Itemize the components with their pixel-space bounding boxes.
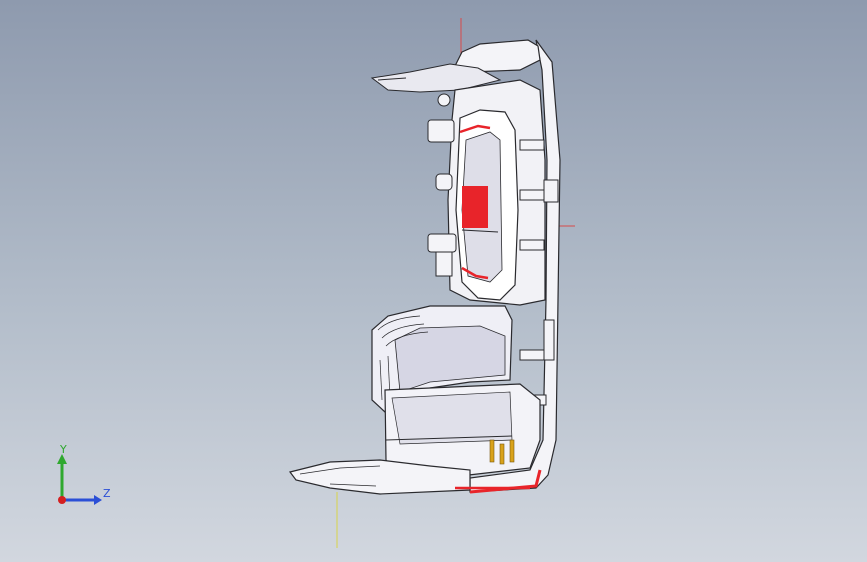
- triad-y-label: Y: [59, 443, 67, 456]
- triad-z-label: Z: [103, 487, 111, 500]
- triad-z-arrow: [94, 495, 102, 505]
- bulb-section-red: [462, 186, 488, 228]
- axis-triad: Y Z: [57, 443, 111, 505]
- section-model[interactable]: [0, 0, 867, 562]
- triad-x-origin: [58, 496, 66, 504]
- cad-viewport[interactable]: Y Z: [0, 0, 867, 562]
- upper-connectors: [427, 93, 457, 277]
